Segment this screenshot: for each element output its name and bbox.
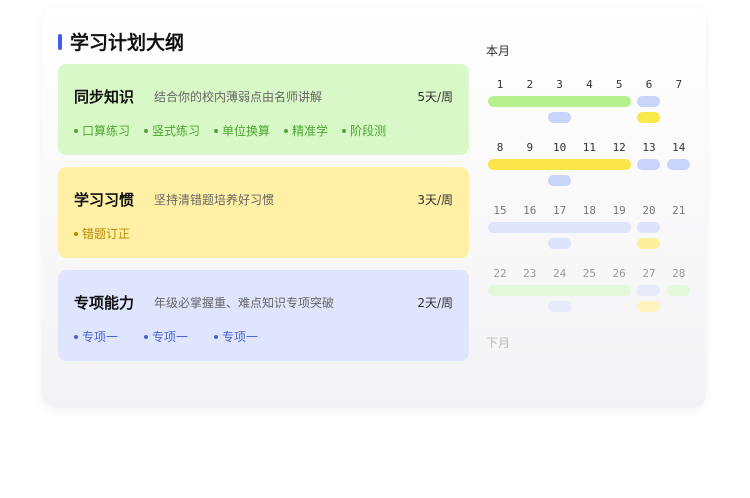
bullet-dot-icon [144,128,149,133]
tag-label: 阶段测 [350,124,387,138]
plan-card-study-habits[interactable]: 学习习惯 坚持清错题培养好习惯 3天/周 错题订正 [58,167,469,258]
calendar-day[interactable]: 19 [605,204,633,217]
plan-span-bar [548,301,571,312]
title-accent-bar [58,33,62,50]
calendar-current-month-label: 本月 [486,44,511,58]
page-title: 学习计划大纲 [70,32,185,54]
plan-tag[interactable]: 错题订正 [74,225,130,242]
plan-span-bar [488,159,631,170]
plan-description: 年级必掌握重、难点知识专项突破 [154,296,335,310]
calendar-day[interactable]: 27 [635,267,663,280]
calendar-day[interactable]: 24 [546,267,574,280]
calendar-day[interactable]: 20 [635,204,663,217]
tag-label: 专项一 [82,330,119,344]
plan-span-bar [637,112,660,123]
calendar-day[interactable]: 15 [486,204,514,217]
bullet-dot-icon [214,334,219,339]
bullet-dot-icon [144,334,149,339]
calendar-day[interactable]: 8 [486,141,514,154]
plan-tag[interactable]: 专项一 [214,328,258,345]
calendar-day[interactable]: 14 [665,141,693,154]
plan-span-bar [637,96,660,107]
calendar-day[interactable]: 17 [546,204,574,217]
plan-description: 坚持清错题培养好习惯 [154,193,275,207]
plan-span-bar [637,159,660,170]
plan-span-bar [637,285,660,296]
calendar-day[interactable]: 25 [575,267,603,280]
calendar-day[interactable]: 18 [575,204,603,217]
plan-span-bar [637,301,660,312]
calendar-day[interactable]: 23 [516,267,544,280]
plan-span-bar [488,222,631,233]
month-calendar: 1 2 3 4 5 6 7 8 9 10 11 12 13 14 15 16 17 18 19 20 21 22 23 24 2… [486,78,706,312]
plan-span-bar [667,159,690,170]
plan-span-bar [667,285,690,296]
calendar-day[interactable]: 10 [546,141,574,154]
tag-label: 专项一 [152,330,189,344]
plan-tags: 错题订正 [74,225,144,242]
calendar-day[interactable]: 11 [575,141,603,154]
calendar-day[interactable]: 16 [516,204,544,217]
plan-tag[interactable]: 专项一 [144,328,188,345]
plan-span-bar [548,175,571,186]
plan-tags: 口算练习 竖式练习 单位换算 精准学 阶段测 [74,122,400,139]
plan-tag[interactable]: 单位换算 [214,122,270,139]
plan-frequency: 5天/周 [417,90,453,104]
plan-frequency: 2天/周 [417,296,453,310]
plan-span-bar [637,238,660,249]
calendar-day[interactable]: 12 [605,141,633,154]
plan-card-special-skills[interactable]: 专项能力 年级必掌握重、难点知识专项突破 2天/周 专项一 专项一 专项一 [58,270,469,361]
plan-name: 学习习惯 [74,191,135,209]
plan-span-bar [488,96,631,107]
plan-tag[interactable]: 阶段测 [342,122,386,139]
calendar-day[interactable]: 22 [486,267,514,280]
tag-label: 单位换算 [222,124,271,138]
tag-label: 口算练习 [82,124,131,138]
tag-label: 竖式练习 [152,124,201,138]
plan-span-bar [637,222,660,233]
calendar-day[interactable]: 2 [516,78,544,91]
plan-span-bar [548,238,571,249]
plan-tag[interactable]: 专项一 [74,328,118,345]
calendar-day[interactable]: 13 [635,141,663,154]
bullet-dot-icon [74,128,78,133]
plan-tag[interactable]: 竖式练习 [144,122,200,139]
plan-name: 专项能力 [74,294,135,312]
plan-tag[interactable]: 口算练习 [74,122,130,139]
tag-label: 错题订正 [82,227,131,241]
calendar-day[interactable]: 1 [486,78,514,91]
calendar-day[interactable]: 5 [605,78,633,91]
tag-label: 专项一 [222,330,259,344]
calendar-day[interactable]: 28 [665,267,693,280]
bullet-dot-icon [74,334,78,339]
calendar-next-month-label[interactable]: 下月 [486,334,510,351]
section-header: 学习计划大纲 [58,28,184,55]
calendar-day[interactable]: 7 [665,78,693,91]
plan-span-bar [548,112,571,123]
calendar-day[interactable]: 6 [635,78,663,91]
plan-card-sync-knowledge[interactable]: 同步知识 结合你的校内薄弱点由名师讲解 5天/周 口算练习 竖式练习 单位换算 … [58,64,469,155]
tag-label: 精准学 [292,124,329,138]
plan-span-bar [488,285,631,296]
calendar-day[interactable]: 3 [546,78,574,91]
calendar-day[interactable]: 9 [516,141,544,154]
calendar-day[interactable]: 26 [605,267,633,280]
plan-description: 结合你的校内薄弱点由名师讲解 [154,90,323,104]
plan-name: 同步知识 [74,88,135,106]
calendar-day[interactable]: 4 [575,78,603,91]
bullet-dot-icon [74,231,78,236]
plan-frequency: 3天/周 [417,193,453,207]
bullet-dot-icon [342,128,347,133]
bullet-dot-icon [284,128,289,133]
bullet-dot-icon [214,128,219,133]
calendar-day[interactable]: 21 [665,204,693,217]
plan-tag[interactable]: 精准学 [284,122,328,139]
plan-tags: 专项一 专项一 专项一 [74,328,284,345]
